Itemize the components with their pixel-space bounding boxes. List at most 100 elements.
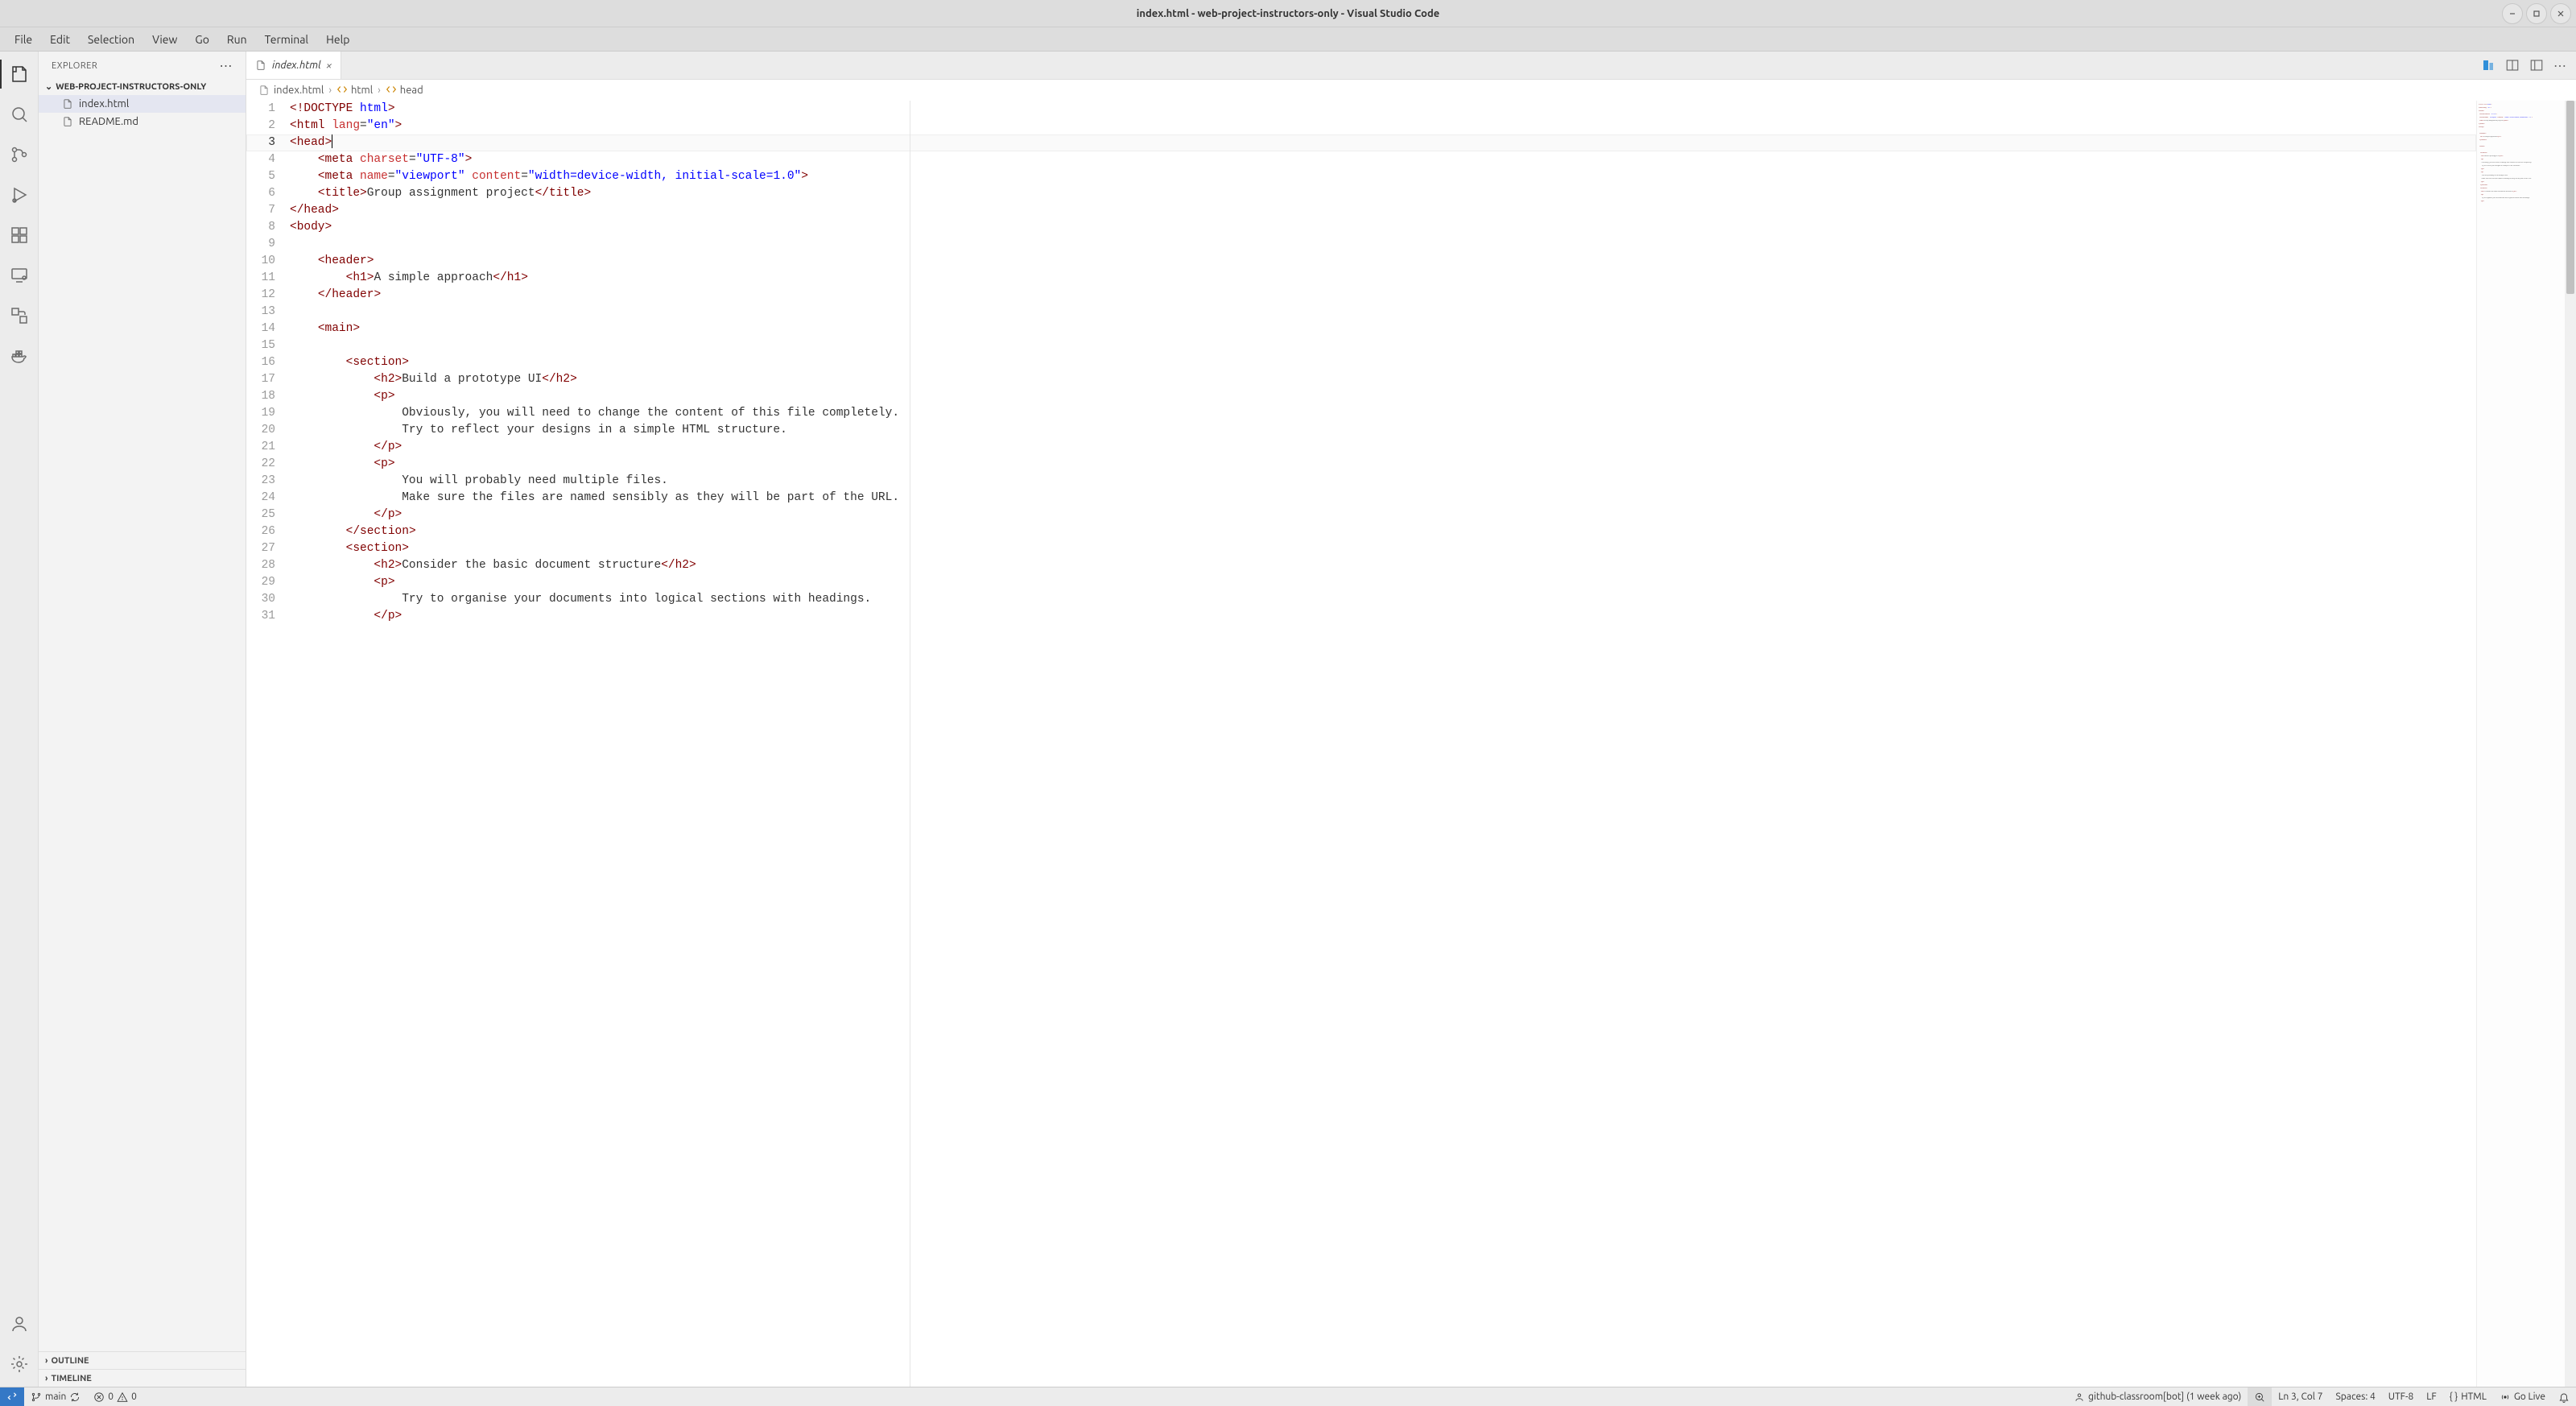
status-remote-button[interactable] — [0, 1387, 24, 1406]
chevron-right-icon: › — [378, 85, 381, 96]
maximize-button[interactable] — [2526, 3, 2547, 24]
code-line[interactable]: 26 </section> — [246, 523, 2476, 540]
activity-accounts-icon[interactable] — [0, 1306, 39, 1342]
activity-docker-icon[interactable] — [0, 338, 39, 374]
menu-file[interactable]: File — [6, 30, 40, 49]
code-line[interactable]: 28 <h2>Consider the basic document struc… — [246, 557, 2476, 574]
activity-source-control-icon[interactable] — [0, 137, 39, 172]
menu-selection[interactable]: Selection — [80, 30, 142, 49]
close-button[interactable] — [2550, 3, 2571, 24]
menu-run[interactable]: Run — [219, 30, 255, 49]
line-number: 30 — [246, 591, 290, 608]
menu-go[interactable]: Go — [187, 30, 217, 49]
status-git-blame[interactable]: github-classroom[bot] (1 week ago) — [2067, 1387, 2248, 1406]
line-number: 9 — [246, 236, 290, 253]
code-text: <p> — [290, 574, 2476, 591]
code-line[interactable]: 3<head> — [246, 134, 2476, 151]
breadcrumb-head[interactable]: head — [386, 84, 423, 97]
file-icon — [61, 115, 74, 128]
code-line[interactable]: 22 <p> — [246, 456, 2476, 473]
menu-terminal[interactable]: Terminal — [257, 30, 317, 49]
line-number: 16 — [246, 354, 290, 371]
explorer-more-icon[interactable]: ⋯ — [220, 58, 233, 73]
activity-live-share-icon[interactable] — [0, 298, 39, 333]
code-line[interactable]: 11 <h1>A simple approach</h1> — [246, 270, 2476, 287]
split-editor-icon[interactable] — [2505, 58, 2520, 72]
code-editor[interactable]: 1<!DOCTYPE html>2<html lang="en">3<head>… — [246, 101, 2476, 1387]
status-go-live[interactable]: Go Live — [2493, 1387, 2552, 1406]
vertical-scrollbar[interactable] — [2565, 101, 2576, 1387]
code-line[interactable]: 16 <section> — [246, 354, 2476, 371]
code-line[interactable]: 31 </p> — [246, 608, 2476, 625]
code-line[interactable]: 13 — [246, 304, 2476, 320]
status-indentation[interactable]: Spaces: 4 — [2329, 1387, 2381, 1406]
timeline-section[interactable]: › TIMELINE — [39, 1369, 246, 1387]
code-line[interactable]: 2<html lang="en"> — [246, 118, 2476, 134]
code-line[interactable]: 30 Try to organise your documents into l… — [246, 591, 2476, 608]
code-line[interactable]: 21 </p> — [246, 439, 2476, 456]
code-line[interactable]: 27 <section> — [246, 540, 2476, 557]
layout-icon[interactable] — [2529, 58, 2544, 72]
code-line[interactable]: 8<body> — [246, 219, 2476, 236]
code-text: </p> — [290, 608, 2476, 625]
status-language[interactable]: { } HTML — [2443, 1387, 2493, 1406]
line-number: 31 — [246, 608, 290, 625]
breadcrumb-file[interactable]: index.html — [258, 84, 324, 97]
activity-extensions-icon[interactable] — [0, 217, 39, 253]
compare-changes-icon[interactable] — [2481, 58, 2496, 72]
status-branch[interactable]: main — [24, 1387, 87, 1406]
tab-index-html[interactable]: index.html × — [246, 52, 341, 79]
minimap[interactable]: <!DOCTYPE html><html lang="en"><head> <m… — [2476, 101, 2565, 1387]
code-line[interactable]: 9 — [246, 236, 2476, 253]
code-text: Try to organise your documents into logi… — [290, 591, 2476, 608]
code-line[interactable]: 10 <header> — [246, 253, 2476, 270]
broadcast-icon — [2500, 1392, 2511, 1403]
code-line[interactable]: 23 You will probably need multiple files… — [246, 473, 2476, 490]
tab-actions: ⋯ — [2481, 52, 2576, 79]
code-text: </header> — [290, 287, 2476, 304]
scrollbar-thumb[interactable] — [2566, 101, 2574, 294]
outline-section[interactable]: › OUTLINE — [39, 1351, 246, 1369]
activity-settings-icon[interactable] — [0, 1346, 39, 1382]
code-line[interactable]: 20 Try to reflect your designs in a simp… — [246, 422, 2476, 439]
warning-count: 0 — [131, 1392, 137, 1402]
activity-search-icon[interactable] — [0, 97, 39, 132]
code-line[interactable]: 4 <meta charset="UTF-8"> — [246, 151, 2476, 168]
menu-view[interactable]: View — [144, 30, 185, 49]
code-line[interactable]: 29 <p> — [246, 574, 2476, 591]
code-line[interactable]: 25 </p> — [246, 507, 2476, 523]
activity-remote-explorer-icon[interactable] — [0, 258, 39, 293]
status-eol[interactable]: LF — [2420, 1387, 2442, 1406]
eol-label: LF — [2426, 1392, 2436, 1402]
status-problems[interactable]: 0 0 — [87, 1387, 143, 1406]
file-readme-md[interactable]: README.md — [39, 113, 246, 130]
code-line[interactable]: 12 </header> — [246, 287, 2476, 304]
code-line[interactable]: 18 <p> — [246, 388, 2476, 405]
tab-close-icon[interactable]: × — [326, 59, 332, 72]
code-line[interactable]: 17 <h2>Build a prototype UI</h2> — [246, 371, 2476, 388]
activity-run-debug-icon[interactable] — [0, 177, 39, 213]
line-number: 13 — [246, 304, 290, 320]
code-line[interactable]: 1<!DOCTYPE html> — [246, 101, 2476, 118]
code-line[interactable]: 15 — [246, 337, 2476, 354]
more-actions-icon[interactable]: ⋯ — [2553, 58, 2566, 73]
code-line[interactable]: 7</head> — [246, 202, 2476, 219]
code-line[interactable]: 5 <meta name="viewport" content="width=d… — [246, 168, 2476, 185]
code-line[interactable]: 19 Obviously, you will need to change th… — [246, 405, 2476, 422]
status-notifications[interactable] — [2552, 1387, 2576, 1406]
breadcrumb-html[interactable]: html — [336, 84, 373, 97]
code-text: <title>Group assignment project</title> — [290, 185, 2476, 202]
menu-edit[interactable]: Edit — [42, 30, 78, 49]
minimize-button[interactable] — [2502, 3, 2523, 24]
activity-explorer-icon[interactable] — [0, 56, 39, 92]
folder-header[interactable]: ⌄ WEB-PROJECT-INSTRUCTORS-ONLY — [39, 80, 246, 93]
file-index-html[interactable]: index.html — [39, 95, 246, 113]
status-encoding[interactable]: UTF-8 — [2382, 1387, 2420, 1406]
status-zoom[interactable] — [2248, 1387, 2272, 1406]
code-text: <meta name="viewport" content="width=dev… — [290, 168, 2476, 185]
status-cursor-position[interactable]: Ln 3, Col 7 — [2272, 1387, 2329, 1406]
menu-help[interactable]: Help — [318, 30, 357, 49]
code-line[interactable]: 24 Make sure the files are named sensibl… — [246, 490, 2476, 507]
code-line[interactable]: 6 <title>Group assignment project</title… — [246, 185, 2476, 202]
code-line[interactable]: 14 <main> — [246, 320, 2476, 337]
